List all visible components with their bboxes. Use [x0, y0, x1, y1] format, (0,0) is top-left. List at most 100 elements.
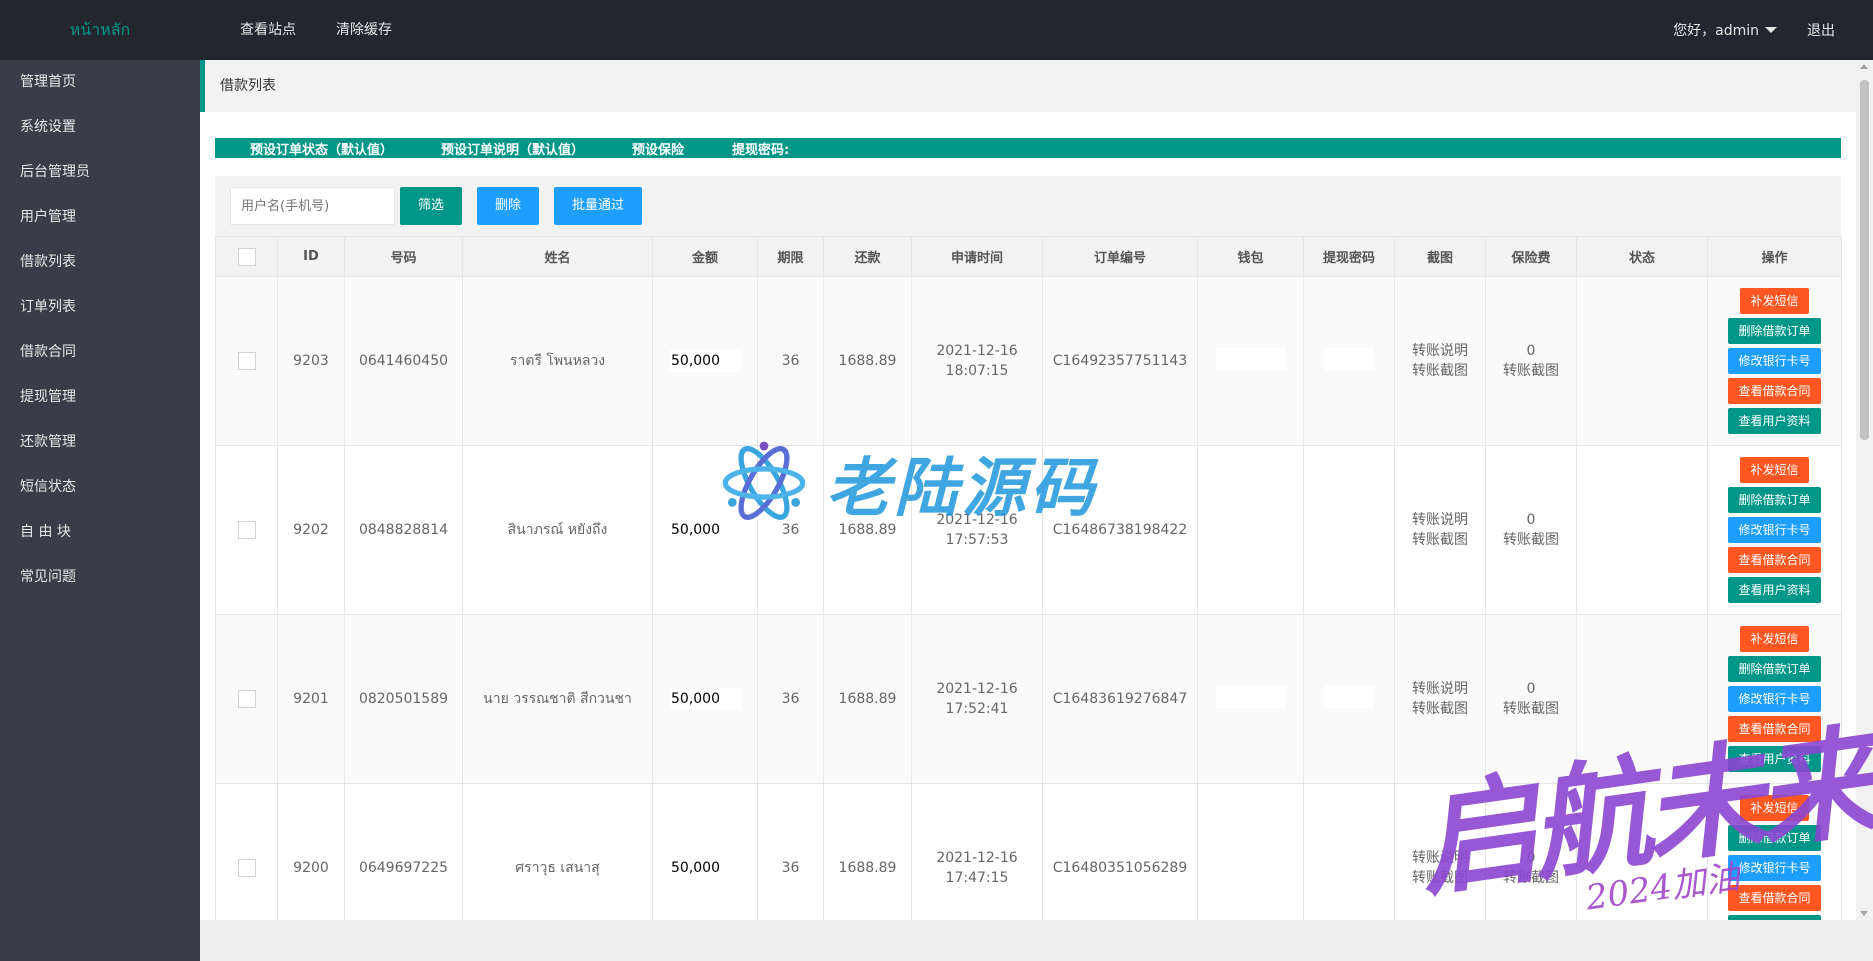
row-checkbox[interactable]	[237, 352, 256, 370]
row-order-no: C16492357751143	[1042, 276, 1198, 446]
transfer-screenshot-link[interactable]: 转账截图	[1395, 361, 1485, 381]
column-header[interactable]: 保险费	[1485, 236, 1577, 277]
user-menu[interactable]: 您好，admin	[1673, 20, 1777, 40]
view-user-profile-button[interactable]: 查看用户资料	[1728, 408, 1821, 434]
transfer-note-link[interactable]: 转账说明	[1395, 848, 1485, 868]
row-checkbox[interactable]	[237, 690, 256, 708]
delete-loan-order-button[interactable]: 删除借款订单	[1728, 825, 1821, 851]
withdraw-password-input[interactable]	[1324, 686, 1374, 708]
view-loan-contract-button[interactable]: 查看借款合同	[1728, 378, 1821, 404]
column-header[interactable]: 期限	[757, 236, 824, 277]
transfer-screenshot-link[interactable]: 转账截图	[1395, 699, 1485, 719]
row-insurance-fee: 0 转账截图	[1485, 445, 1577, 615]
amount-input[interactable]: 50,000	[669, 688, 741, 710]
view-loan-contract-button[interactable]: 查看借款合同	[1728, 716, 1821, 742]
row-order-no: C16486738198422	[1042, 445, 1198, 615]
view-user-profile-button[interactable]: 查看用户资料	[1728, 577, 1821, 603]
row-name: นาย วรรณชาติ สีกวนชา	[462, 614, 653, 784]
resend-sms-button[interactable]: 补发短信	[1740, 457, 1809, 483]
sidebar-item-system-settings[interactable]: 系统设置	[0, 105, 200, 150]
scroll-down-icon[interactable]	[1860, 911, 1868, 916]
preset-insurance-link[interactable]: 预设保险	[632, 139, 684, 158]
transfer-note-link[interactable]: 转账说明	[1395, 341, 1485, 361]
sidebar-item-admins[interactable]: 后台管理员	[0, 150, 200, 195]
column-header[interactable]: 截图	[1394, 236, 1486, 277]
transfer-note-link[interactable]: 转账说明	[1395, 679, 1485, 699]
column-header[interactable]: 金额	[652, 236, 758, 277]
page-scrollbar[interactable]	[1856, 60, 1873, 920]
sidebar-item-withdrawals[interactable]: 提现管理	[0, 375, 200, 420]
sidebar-item-repayments[interactable]: 还款管理	[0, 420, 200, 465]
sidebar-item-loan-list[interactable]: 借款列表	[0, 240, 200, 285]
fee-screenshot-link[interactable]: 转账截图	[1486, 699, 1576, 719]
scroll-thumb[interactable]	[1860, 80, 1869, 440]
delete-button[interactable]: 删除	[477, 187, 540, 225]
delete-loan-order-button[interactable]: 删除借款订单	[1728, 318, 1821, 344]
breadcrumb: 借款列表	[200, 60, 1856, 112]
preset-order-status-link[interactable]: 预设订单状态（默认值）	[250, 139, 393, 158]
edit-bank-card-button[interactable]: 修改银行卡号	[1728, 348, 1821, 374]
row-name: สินาภรณ์ หยังถึง	[462, 445, 653, 615]
view-loan-contract-button[interactable]: 查看借款合同	[1728, 547, 1821, 573]
select-all-checkbox[interactable]	[237, 247, 256, 266]
delete-loan-order-button[interactable]: 删除借款订单	[1728, 487, 1821, 513]
transfer-screenshot-link[interactable]: 转账截图	[1395, 868, 1485, 888]
amount-input[interactable]: 50,000	[669, 857, 741, 879]
filter-button[interactable]: 筛选	[400, 187, 463, 225]
wallet-input[interactable]	[1215, 686, 1286, 708]
preset-order-note-link[interactable]: 预设订单说明（默认值）	[441, 139, 584, 158]
fee-screenshot-link[interactable]: 转账截图	[1486, 530, 1576, 550]
sidebar-item-free-block[interactable]: 自 由 块	[0, 510, 200, 555]
column-header[interactable]: 申请时间	[911, 236, 1043, 277]
column-header[interactable]: 号码	[344, 236, 463, 277]
column-header[interactable]: ID	[277, 236, 345, 277]
row-term: 36	[757, 276, 824, 446]
row-actions: 补发短信 删除借款订单 修改银行卡号 查看借款合同 查看用户资料	[1708, 624, 1841, 774]
scroll-up-icon[interactable]	[1860, 64, 1868, 69]
column-header[interactable]: 操作	[1707, 236, 1842, 277]
column-header[interactable]: 状态	[1576, 236, 1708, 277]
amount-input[interactable]: 50,000	[669, 350, 741, 372]
username-search-input[interactable]	[230, 187, 395, 225]
resend-sms-button[interactable]: 补发短信	[1740, 795, 1809, 821]
row-phone: 0820501589	[344, 614, 463, 784]
resend-sms-button[interactable]: 补发短信	[1740, 288, 1809, 314]
logout-link[interactable]: 退出	[1807, 20, 1835, 40]
sidebar-item-users[interactable]: 用户管理	[0, 195, 200, 240]
resend-sms-button[interactable]: 补发短信	[1740, 626, 1809, 652]
fee-screenshot-link[interactable]: 转账截图	[1486, 868, 1576, 888]
delete-loan-order-button[interactable]: 删除借款订单	[1728, 656, 1821, 682]
wallet-input[interactable]	[1215, 348, 1286, 370]
view-user-profile-button[interactable]: 查看用户资料	[1728, 746, 1821, 772]
row-checkbox[interactable]	[237, 521, 256, 539]
app-logo[interactable]: หน้าหลัก	[0, 0, 200, 60]
column-header[interactable]: 提现密码	[1303, 236, 1395, 277]
batch-approve-button[interactable]: 批量通过	[554, 187, 643, 225]
edit-bank-card-button[interactable]: 修改银行卡号	[1728, 686, 1821, 712]
amount-input[interactable]: 50,000	[669, 519, 741, 541]
withdraw-password-input[interactable]	[1324, 517, 1374, 539]
sidebar-item-sms-status[interactable]: 短信状态	[0, 465, 200, 510]
transfer-screenshot-link[interactable]: 转账截图	[1395, 530, 1485, 550]
sidebar-item-orders[interactable]: 订单列表	[0, 285, 200, 330]
sidebar-item-home[interactable]: 管理首页	[0, 60, 200, 105]
view-site-link[interactable]: 查看站点	[220, 0, 316, 60]
column-header[interactable]: 姓名	[462, 236, 653, 277]
fee-screenshot-link[interactable]: 转账截图	[1486, 361, 1576, 381]
sidebar-item-loan-contracts[interactable]: 借款合同	[0, 330, 200, 375]
withdraw-password-input[interactable]	[1324, 348, 1374, 370]
view-loan-contract-button[interactable]: 查看借款合同	[1728, 885, 1821, 911]
select-all-header	[215, 236, 278, 277]
transfer-note-link[interactable]: 转账说明	[1395, 510, 1485, 530]
row-checkbox[interactable]	[237, 859, 256, 877]
wallet-input[interactable]	[1215, 517, 1286, 539]
withdraw-password-input[interactable]	[1324, 855, 1374, 877]
edit-bank-card-button[interactable]: 修改银行卡号	[1728, 855, 1821, 881]
wallet-input[interactable]	[1215, 855, 1286, 877]
column-header[interactable]: 钱包	[1197, 236, 1304, 277]
column-header[interactable]: 订单编号	[1042, 236, 1198, 277]
column-header[interactable]: 还款	[823, 236, 912, 277]
clear-cache-link[interactable]: 清除缓存	[316, 0, 412, 60]
sidebar-item-faq[interactable]: 常见问题	[0, 555, 200, 600]
edit-bank-card-button[interactable]: 修改银行卡号	[1728, 517, 1821, 543]
